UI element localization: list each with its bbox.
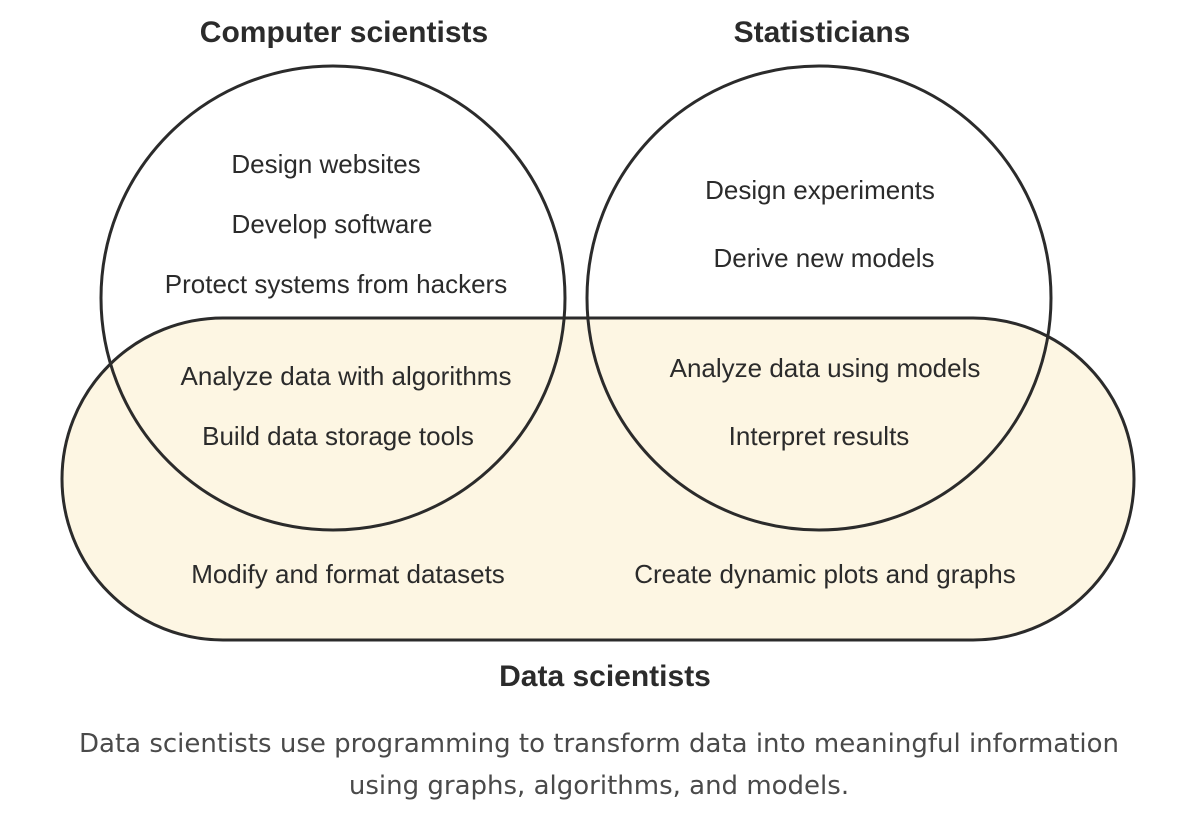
ds-item-modify-datasets: Modify and format datasets	[191, 559, 505, 589]
caption-line-2: using graphs, algorithms, and models.	[348, 771, 850, 801]
stats-item-derive-models: Derive new models	[713, 243, 934, 273]
stats-data-item-interpret-results: Interpret results	[729, 421, 910, 451]
ds-item-dynamic-plots: Create dynamic plots and graphs	[634, 559, 1016, 589]
stats-data-item-analyze-models: Analyze data using models	[670, 353, 981, 383]
cs-data-item-storage-tools: Build data storage tools	[202, 421, 474, 451]
data-scientists-label: Data scientists	[499, 660, 711, 693]
cs-item-protect-systems: Protect systems from hackers	[165, 269, 507, 299]
caption-line-1: Data scientists use programming to trans…	[78, 729, 1120, 759]
venn-diagram: Computer scientists Statisticians Data s…	[60, 16, 1136, 693]
statisticians-label: Statisticians	[734, 16, 911, 49]
cs-item-design-websites: Design websites	[231, 149, 420, 179]
cs-item-develop-software: Develop software	[232, 209, 433, 239]
computer-scientists-label: Computer scientists	[200, 16, 488, 49]
cs-data-item-analyze-algorithms: Analyze data with algorithms	[181, 361, 512, 391]
stats-item-design-experiments: Design experiments	[705, 175, 935, 205]
